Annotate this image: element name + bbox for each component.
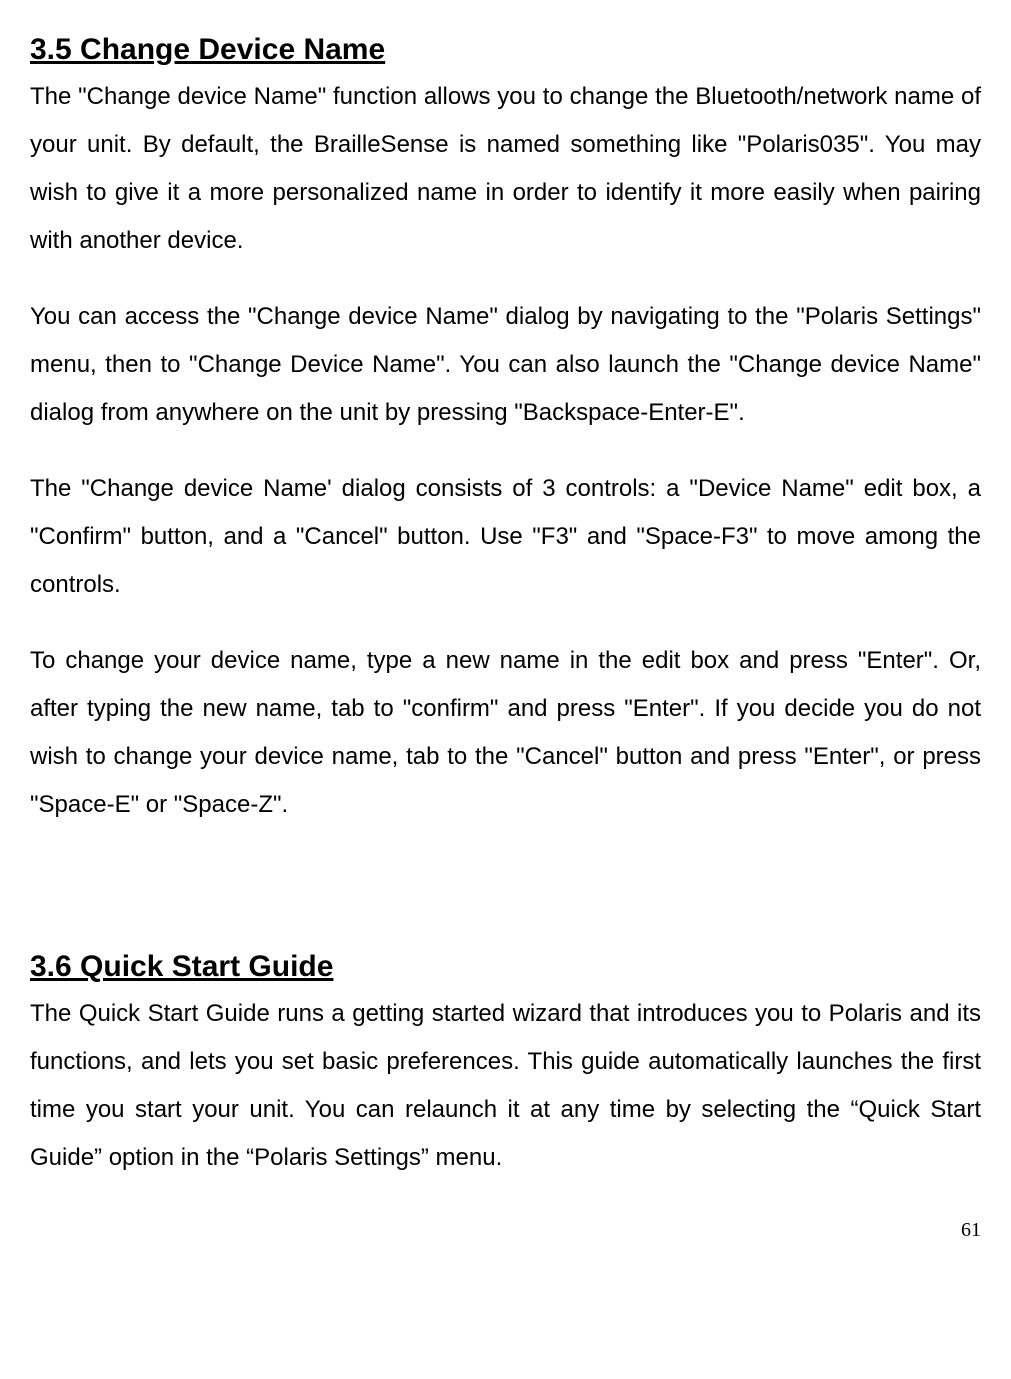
section-heading-quick-start-guide: 3.6 Quick Start Guide [30, 947, 981, 986]
page-number: 61 [30, 1210, 981, 1250]
body-paragraph: The Quick Start Guide runs a getting sta… [30, 990, 981, 1182]
body-paragraph: You can access the "Change device Name" … [30, 293, 981, 437]
body-paragraph: The "Change device Name' dialog consists… [30, 465, 981, 609]
body-paragraph: To change your device name, type a new n… [30, 637, 981, 829]
body-paragraph: The "Change device Name" function allows… [30, 73, 981, 265]
section-spacer [30, 857, 981, 947]
section-heading-change-device-name: 3.5 Change Device Name [30, 30, 981, 69]
